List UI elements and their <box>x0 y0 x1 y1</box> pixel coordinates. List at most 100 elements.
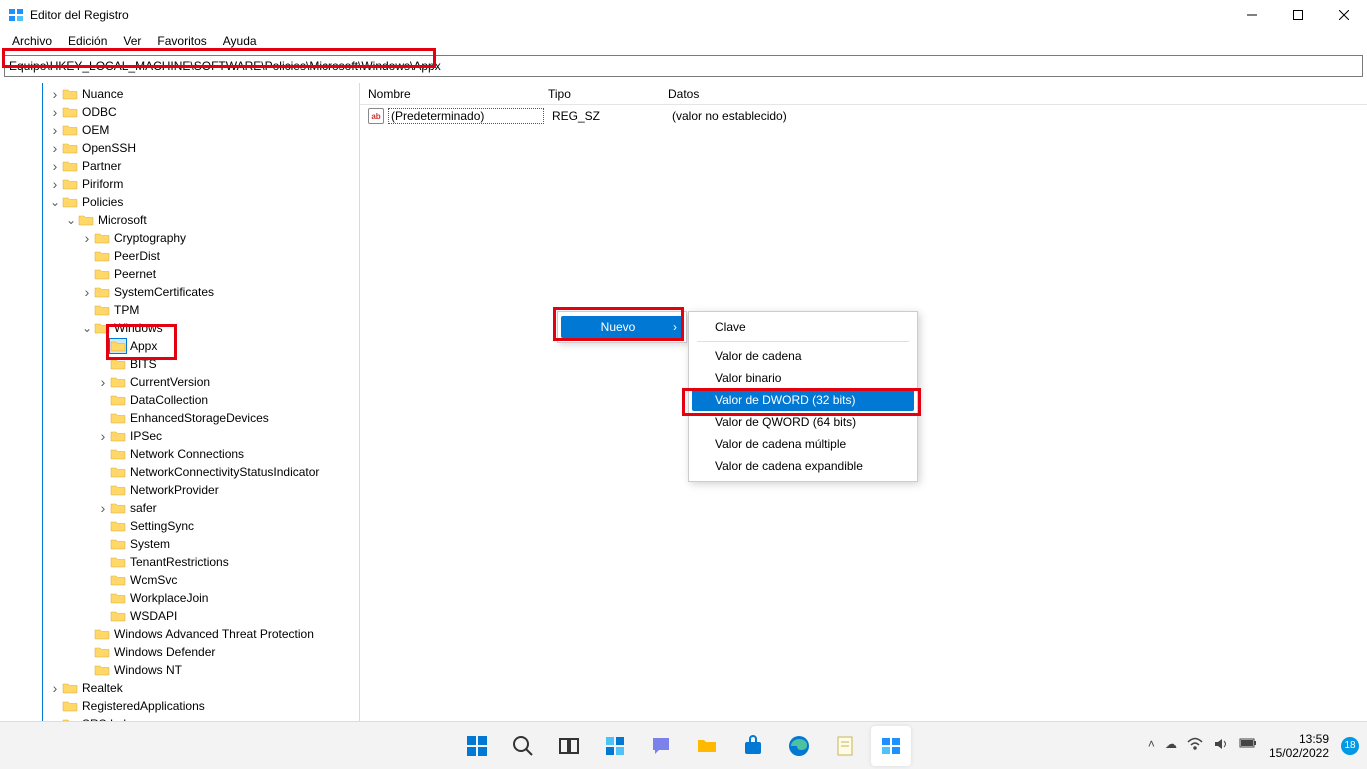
expander-icon[interactable] <box>80 285 94 299</box>
chevron-up-icon[interactable]: ˄ <box>1148 737 1155 754</box>
folder-icon <box>94 285 110 299</box>
expander-icon[interactable] <box>96 375 110 389</box>
menu-item-expandstring[interactable]: Valor de cadena expandible <box>689 455 917 477</box>
tree-node-odbc[interactable]: ODBC <box>0 103 359 121</box>
expander-icon[interactable] <box>64 213 78 227</box>
volume-icon[interactable] <box>1213 737 1229 754</box>
folder-icon <box>62 177 78 191</box>
clock[interactable]: 13:59 15/02/2022 <box>1269 732 1329 760</box>
menu-item-string[interactable]: Valor de cadena <box>689 345 917 367</box>
tree-label: ODBC <box>82 105 117 119</box>
tree-node-windows-nt[interactable]: Windows NT <box>0 661 359 679</box>
tray-icons[interactable]: ˄ ☁ <box>1148 737 1257 754</box>
tree-node-realtek[interactable]: Realtek <box>0 679 359 697</box>
time-text: 13:59 <box>1269 732 1329 746</box>
tree-pane[interactable]: Nuance ODBC OEMOpenSSHPartnerPiriformPolic… <box>0 83 360 743</box>
folder-icon <box>94 663 110 677</box>
tree-node-partner[interactable]: Partner <box>0 157 359 175</box>
tree-node-cryptography[interactable]: Cryptography <box>0 229 359 247</box>
minimize-button[interactable] <box>1229 0 1275 30</box>
tree-node-settingsync[interactable]: SettingSync <box>0 517 359 535</box>
col-datos[interactable]: Datos <box>660 87 1367 101</box>
list-row[interactable]: ab (Predeterminado) REG_SZ (valor no est… <box>360 105 1367 127</box>
tree-node-wcmsvc[interactable]: WcmSvc <box>0 571 359 589</box>
tree-node-oem[interactable]: OEM <box>0 121 359 139</box>
tree-node-datacollection[interactable]: DataCollection <box>0 391 359 409</box>
expander-icon[interactable] <box>80 231 94 245</box>
expander-icon[interactable] <box>48 123 62 137</box>
menu-item-multistring[interactable]: Valor de cadena múltiple <box>689 433 917 455</box>
close-button[interactable] <box>1321 0 1367 30</box>
tree-node-policies[interactable]: Policies <box>0 193 359 211</box>
tree-node-tenantrestrictions[interactable]: TenantRestrictions <box>0 553 359 571</box>
explorer-icon[interactable] <box>687 726 727 766</box>
tree-node-enhancedstoragedevices[interactable]: EnhancedStorageDevices <box>0 409 359 427</box>
tree-node-tpm[interactable]: TPM <box>0 301 359 319</box>
menu-item-clave[interactable]: Clave <box>689 316 917 338</box>
tree-node-safer[interactable]: safer <box>0 499 359 517</box>
address-bar[interactable]: Equipo\HKEY_LOCAL_MACHINE\SOFTWARE\Polic… <box>4 55 1363 77</box>
menu-archivo[interactable]: Archivo <box>4 32 60 50</box>
menu-item-dword[interactable]: Valor de DWORD (32 bits) <box>692 389 914 411</box>
tree-node-piriform[interactable]: Piriform <box>0 175 359 193</box>
expander-icon[interactable] <box>96 501 110 515</box>
tree-node-nuance[interactable]: Nuance <box>0 85 359 103</box>
menu-edicion[interactable]: Edición <box>60 32 115 50</box>
menu-item-nuevo[interactable]: Nuevo <box>561 316 683 338</box>
tree-node-appx[interactable]: Appx <box>0 337 359 355</box>
expander-icon[interactable] <box>96 429 110 443</box>
widgets-icon[interactable] <box>595 726 635 766</box>
tree-node-ipsec[interactable]: IPSec <box>0 427 359 445</box>
tree-node-systemcertificates[interactable]: SystemCertificates <box>0 283 359 301</box>
tree-node-peernet[interactable]: Peernet <box>0 265 359 283</box>
maximize-button[interactable] <box>1275 0 1321 30</box>
tree-label: WorkplaceJoin <box>130 591 208 605</box>
menu-favoritos[interactable]: Favoritos <box>149 32 214 50</box>
tree-node-windows[interactable]: Windows <box>0 319 359 337</box>
wifi-icon[interactable] <box>1187 737 1203 754</box>
tree-node-workplacejoin[interactable]: WorkplaceJoin <box>0 589 359 607</box>
menu-separator <box>697 341 909 342</box>
expander-icon[interactable] <box>48 177 62 191</box>
battery-icon[interactable] <box>1239 737 1257 754</box>
expander-icon[interactable] <box>48 195 62 209</box>
tree-node-networkprovider[interactable]: NetworkProvider <box>0 481 359 499</box>
folder-icon <box>110 501 126 515</box>
expander-icon[interactable] <box>48 87 62 101</box>
task-view-icon[interactable] <box>549 726 589 766</box>
start-button[interactable] <box>457 726 497 766</box>
tree-node-windows-advanced-threat-protection[interactable]: Windows Advanced Threat Protection <box>0 625 359 643</box>
regedit-taskbar-icon[interactable] <box>871 726 911 766</box>
notepad-icon[interactable] <box>825 726 865 766</box>
col-nombre[interactable]: Nombre <box>360 87 540 101</box>
tree-node-peerdist[interactable]: PeerDist <box>0 247 359 265</box>
tree-node-currentversion[interactable]: CurrentVersion <box>0 373 359 391</box>
menu-item-binary[interactable]: Valor binario <box>689 367 917 389</box>
store-icon[interactable] <box>733 726 773 766</box>
tree-label: RegisteredApplications <box>82 699 205 713</box>
tree-node-registeredapplications[interactable]: RegisteredApplications <box>0 697 359 715</box>
expander-icon[interactable] <box>48 681 62 695</box>
tree-node-wsdapi[interactable]: WSDAPI <box>0 607 359 625</box>
search-icon[interactable] <box>503 726 543 766</box>
col-tipo[interactable]: Tipo <box>540 87 660 101</box>
menu-ayuda[interactable]: Ayuda <box>215 32 265 50</box>
tree-node-windows-defender[interactable]: Windows Defender <box>0 643 359 661</box>
chat-icon[interactable] <box>641 726 681 766</box>
tree-node-system[interactable]: System <box>0 535 359 553</box>
tree-node-bits[interactable]: BITS <box>0 355 359 373</box>
expander-icon[interactable] <box>80 321 94 335</box>
expander-icon[interactable] <box>48 141 62 155</box>
tree-node-network-connections[interactable]: Network Connections <box>0 445 359 463</box>
menu-ver[interactable]: Ver <box>115 32 149 50</box>
tree-node-networkconnectivitystatusindicator[interactable]: NetworkConnectivityStatusIndicator <box>0 463 359 481</box>
menu-item-qword[interactable]: Valor de QWORD (64 bits) <box>689 411 917 433</box>
onedrive-icon[interactable]: ☁ <box>1165 737 1177 754</box>
expander-icon[interactable] <box>48 105 62 119</box>
edge-icon[interactable] <box>779 726 819 766</box>
tree-node-openssh[interactable]: OpenSSH <box>0 139 359 157</box>
tree-label: NetworkProvider <box>130 483 219 497</box>
tree-node-microsoft[interactable]: Microsoft <box>0 211 359 229</box>
expander-icon[interactable] <box>48 159 62 173</box>
notification-badge[interactable]: 18 <box>1341 737 1359 755</box>
